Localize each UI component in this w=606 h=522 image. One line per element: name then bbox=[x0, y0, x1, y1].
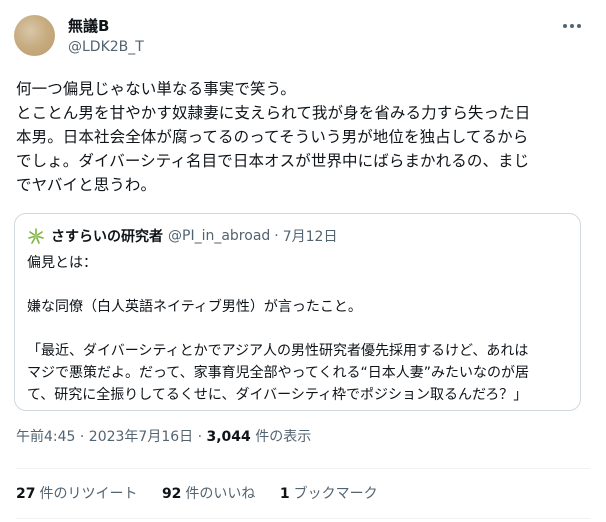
tweet-meta: 午前4:45 · 2023年7月16日 · 3,044 件の表示 bbox=[16, 427, 311, 447]
quoted-text-line: 偏見とは： bbox=[27, 255, 97, 271]
likes-stat[interactable]: 92 件のいいね bbox=[162, 486, 255, 502]
quoted-tweet-header: さすらいの研究者 @PI_in_abroad · 7月12日 bbox=[27, 226, 337, 246]
views-label: 件の表示 bbox=[250, 429, 312, 445]
bookmarks-label: ブックマーク bbox=[293, 486, 378, 502]
retweets-label: 件のリツイート bbox=[39, 486, 138, 502]
divider bbox=[16, 468, 590, 469]
tweet-text-line: 何一つ偏見じゃない単なる事実で笑う。 bbox=[16, 80, 296, 98]
divider bbox=[16, 518, 590, 519]
quoted-display-name[interactable]: さすらいの研究者 bbox=[51, 226, 163, 246]
tweet-text-line: 本男。日本社会全体が腐ってるのってそういう男が地位を独占してるから bbox=[16, 128, 529, 146]
quoted-date[interactable]: 7月12日 bbox=[283, 226, 338, 246]
quoted-text-line: マジで悪策だよ。だって、家事育児全部やってくれる“日本人妻”みたいなのが居 bbox=[27, 365, 529, 381]
quoted-tweet-text: 偏見とは： 嫌な同僚（白人英語ネイティブ男性）が言ったこと。 「最近、ダイバーシ… bbox=[27, 252, 572, 406]
quoted-handle[interactable]: @PI_in_abroad bbox=[168, 228, 270, 244]
quoted-text-line bbox=[27, 318, 572, 340]
tweet-text: 何一つ偏見じゃない単なる事実で笑う。 とことん男を甘やかす奴隷妻に支えられて我が… bbox=[16, 77, 596, 197]
leaf-avatar-icon[interactable] bbox=[27, 227, 45, 245]
quoted-text-line: て、研究に全振りしてるくせに、ダイバーシティ枠でポジション取るんだろ？」 bbox=[27, 387, 528, 403]
views-count: 3,044 bbox=[206, 429, 251, 445]
tweet-container: 無議B @LDK2B_T 何一つ偏見じゃない単なる事実で笑う。 とことん男を甘や… bbox=[0, 0, 606, 522]
likes-label: 件のいいね bbox=[185, 486, 256, 502]
bookmarks-stat[interactable]: 1 ブックマーク bbox=[280, 486, 378, 502]
tweet-text-line: でヤバイと思うわ。 bbox=[16, 176, 157, 194]
display-name[interactable]: 無議B bbox=[68, 16, 109, 36]
quoted-text-line: 嫌な同僚（白人英語ネイティブ男性）が言ったこと。 bbox=[27, 299, 362, 315]
quoted-text-line bbox=[27, 274, 572, 296]
tweet-text-line: とことん男を甘やかす奴隷妻に支えられて我が身を省みる力すら失った日 bbox=[16, 104, 531, 122]
user-handle[interactable]: @LDK2B_T bbox=[68, 37, 144, 57]
bookmarks-count: 1 bbox=[279, 486, 290, 502]
user-avatar[interactable] bbox=[14, 15, 55, 56]
separator-dot: · bbox=[274, 228, 279, 244]
engagement-stats: 27 件のリツイート 92 件のいいね 1 ブックマーク bbox=[16, 484, 398, 504]
retweets-stat[interactable]: 27 件のリツイート bbox=[16, 486, 137, 502]
tweet-text-line: でしょ。ダイバーシティ名目で日本オスが世界中にばらまかれるの、まじ bbox=[16, 152, 530, 170]
quoted-tweet[interactable]: さすらいの研究者 @PI_in_abroad · 7月12日 偏見とは： 嫌な同… bbox=[14, 213, 581, 411]
retweets-count: 27 bbox=[16, 486, 36, 502]
quoted-text-line: 「最近、ダイバーシティとかでアジア人の男性研究者優先採用するけど、あれは bbox=[27, 343, 529, 359]
likes-count: 92 bbox=[161, 486, 182, 502]
timestamp-link[interactable]: 午前4:45 · 2023年7月16日 · bbox=[16, 429, 207, 445]
more-options-icon[interactable] bbox=[560, 14, 584, 38]
